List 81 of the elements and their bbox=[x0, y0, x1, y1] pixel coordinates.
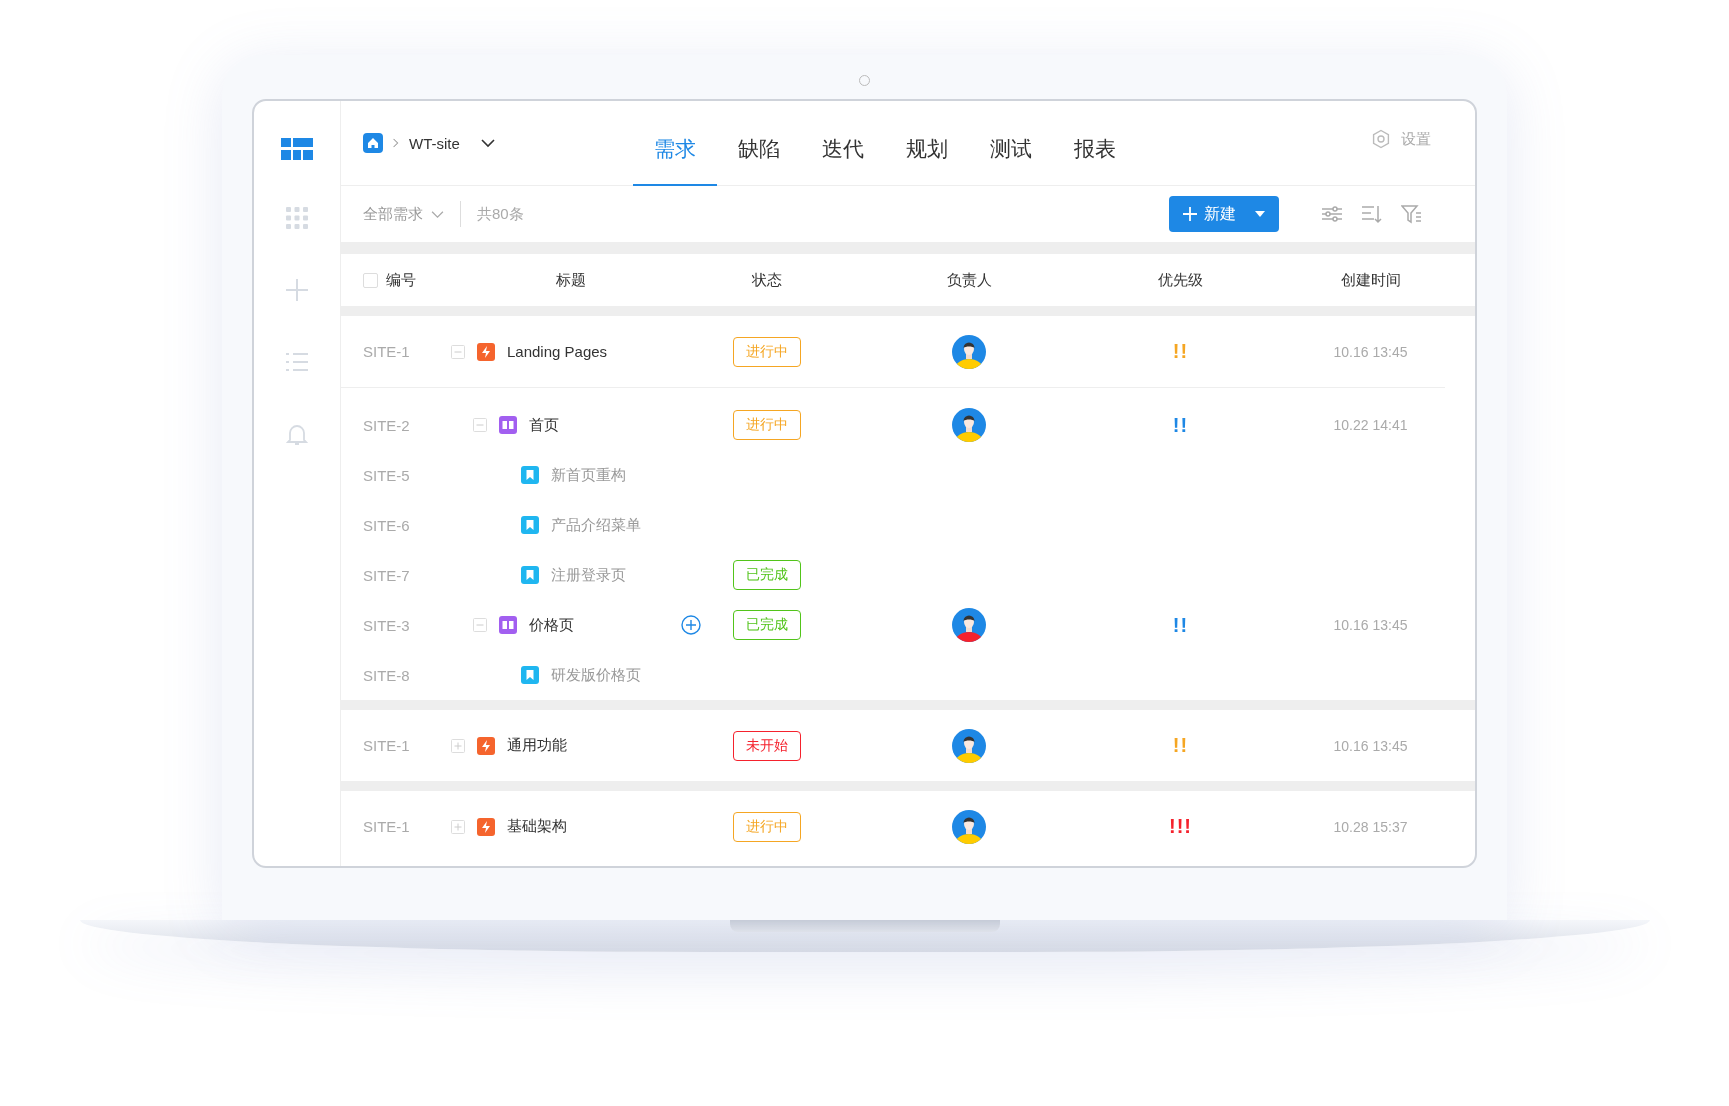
issue-id: SITE-1 bbox=[363, 343, 411, 360]
priority-mark: !! bbox=[1172, 613, 1189, 637]
issue-title[interactable]: Landing Pages bbox=[507, 343, 608, 360]
collapse-icon[interactable] bbox=[473, 418, 487, 432]
nav-tab[interactable]: 测试 bbox=[969, 101, 1053, 186]
column-header: 编号 bbox=[386, 270, 416, 290]
chevron-down-icon bbox=[431, 209, 444, 219]
nav-tab[interactable]: 迭代 bbox=[801, 101, 885, 186]
bookmark-icon bbox=[521, 516, 539, 534]
caret-icon bbox=[1255, 211, 1265, 217]
status-tag: 进行中 bbox=[733, 410, 801, 440]
plus-icon[interactable] bbox=[285, 278, 309, 302]
settings-icon[interactable] bbox=[1371, 129, 1391, 149]
plus-icon bbox=[1183, 207, 1197, 221]
lightning-icon bbox=[477, 736, 495, 755]
priority-mark: !! bbox=[1172, 340, 1189, 363]
avatar-icon bbox=[952, 334, 986, 369]
created-time: 10.16 13:45 bbox=[1333, 343, 1408, 360]
avatar-icon bbox=[952, 809, 986, 844]
bell-icon[interactable] bbox=[285, 422, 309, 446]
status-tag: 进行中 bbox=[733, 336, 801, 367]
created-time: 10.16 13:45 bbox=[1333, 737, 1408, 754]
created-time: 10.22 14:41 bbox=[1333, 417, 1408, 433]
new-button[interactable]: 新建 bbox=[1169, 196, 1279, 232]
issue-id: SITE-1 bbox=[363, 737, 411, 754]
status-tag: 已完成 bbox=[733, 560, 801, 590]
filter-icon[interactable] bbox=[1401, 204, 1423, 224]
logo-icon bbox=[281, 138, 313, 160]
avatar-icon bbox=[952, 608, 986, 642]
bookmark-icon bbox=[521, 566, 539, 584]
sort-icon[interactable] bbox=[1361, 204, 1383, 224]
issue-id: SITE-3 bbox=[363, 616, 411, 634]
add-circle-icon[interactable] bbox=[681, 615, 701, 635]
issue-id: SITE-1 bbox=[363, 818, 411, 835]
issue-id: SITE-6 bbox=[363, 516, 411, 534]
nav-tab[interactable]: 报表 bbox=[1053, 101, 1137, 186]
book-icon bbox=[499, 616, 517, 634]
column-header: 优先级 bbox=[1157, 270, 1204, 290]
collapse-icon[interactable] bbox=[451, 344, 465, 359]
nav-tab[interactable]: 规划 bbox=[885, 101, 969, 186]
nav-tab[interactable]: 缺陷 bbox=[717, 101, 801, 186]
priority-mark: !! bbox=[1172, 413, 1189, 437]
column-header: 标题 bbox=[555, 270, 587, 290]
issue-id: SITE-5 bbox=[363, 466, 411, 484]
issue-id: SITE-2 bbox=[363, 416, 411, 434]
issue-title[interactable]: 首页 bbox=[529, 415, 559, 435]
status-tag: 未开始 bbox=[733, 730, 801, 761]
book-icon bbox=[499, 416, 517, 434]
sliders-icon[interactable] bbox=[1321, 204, 1343, 224]
issue-id: SITE-7 bbox=[363, 566, 411, 584]
avatar-icon bbox=[952, 408, 986, 442]
column-header: 负责人 bbox=[945, 270, 993, 290]
issue-title[interactable]: 价格页 bbox=[529, 615, 574, 635]
bookmark-icon bbox=[521, 466, 539, 484]
status-tag: 已完成 bbox=[733, 610, 801, 640]
collapse-icon[interactable] bbox=[473, 618, 487, 632]
lightning-icon bbox=[477, 342, 495, 361]
expand-icon[interactable] bbox=[451, 738, 465, 753]
priority-mark: !! bbox=[1172, 734, 1189, 757]
avatar-icon bbox=[952, 728, 986, 763]
issue-title[interactable]: 通用功能 bbox=[507, 736, 567, 755]
column-header: 状态 bbox=[751, 270, 783, 290]
list-icon[interactable] bbox=[285, 350, 309, 374]
status-tag: 进行中 bbox=[733, 811, 801, 842]
chevron-right-icon bbox=[392, 137, 400, 149]
column-header: 创建时间 bbox=[1339, 270, 1402, 290]
priority-mark: !!! bbox=[1169, 815, 1192, 838]
created-time: 10.16 13:45 bbox=[1333, 617, 1408, 633]
expand-icon[interactable] bbox=[451, 819, 465, 834]
chevron-down-icon[interactable] bbox=[480, 138, 495, 148]
lightning-icon bbox=[477, 817, 495, 836]
created-time: 10.28 15:37 bbox=[1333, 818, 1408, 835]
nav-tab[interactable]: 需求 bbox=[633, 101, 717, 186]
project-name[interactable]: WT-site bbox=[409, 134, 460, 152]
apps-grid-icon[interactable] bbox=[285, 206, 309, 230]
issue-id: SITE-8 bbox=[363, 666, 411, 684]
bookmark-icon bbox=[521, 666, 539, 684]
issue-title[interactable]: 基础架构 bbox=[507, 817, 567, 836]
item-count: 共80条 bbox=[477, 204, 524, 224]
select-all-checkbox[interactable] bbox=[363, 272, 378, 288]
home-icon[interactable] bbox=[363, 133, 383, 153]
